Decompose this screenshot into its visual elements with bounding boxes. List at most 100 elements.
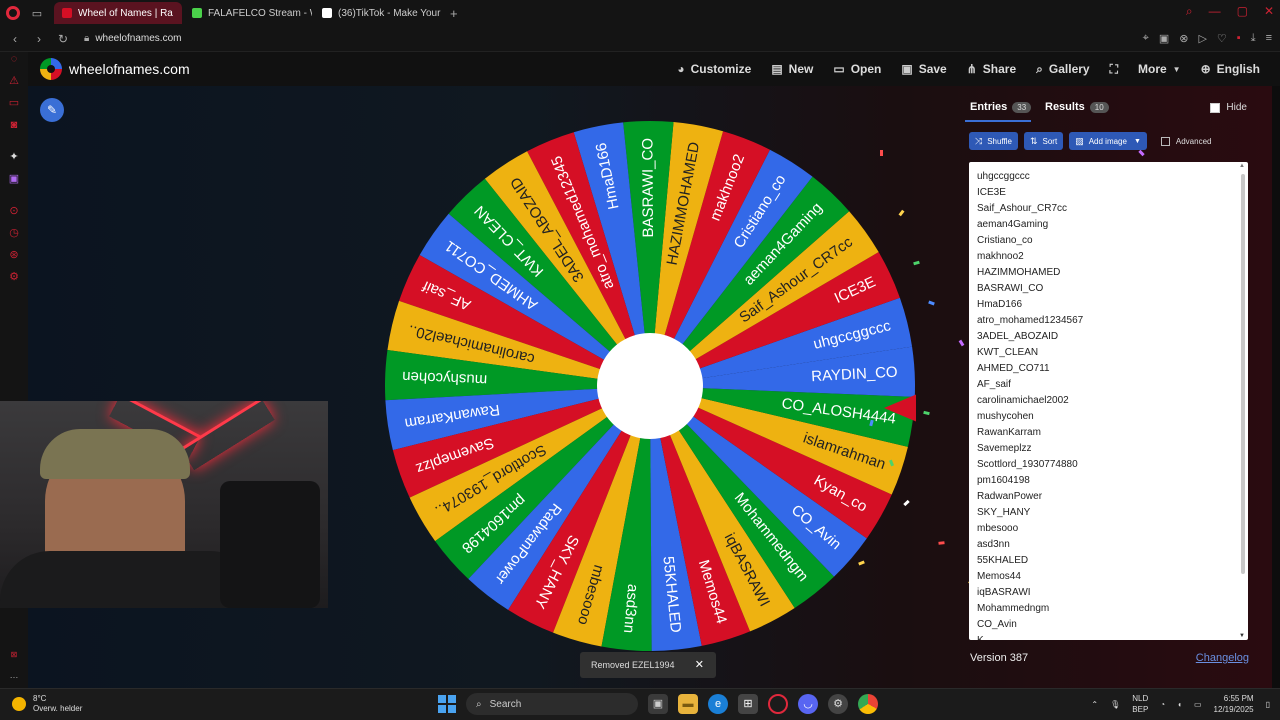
sidebar-extra-icon[interactable]: ⊠ <box>7 648 21 662</box>
entry-line[interactable]: BASRAWI_CO <box>969 281 1248 297</box>
edge-icon[interactable]: e <box>708 694 728 714</box>
minimize-icon[interactable]: — <box>1209 4 1221 19</box>
entry-line[interactable]: carolinamichael2002 <box>969 393 1248 409</box>
tray-chevron-icon[interactable]: ⌃ <box>1091 700 1098 709</box>
chrome-icon[interactable] <box>858 694 878 714</box>
entry-line[interactable]: uhgccggccc <box>969 169 1248 185</box>
entry-line[interactable]: ICE3E <box>969 185 1248 201</box>
settings-app-icon[interactable]: ⚙ <box>828 694 848 714</box>
entry-line[interactable]: KWT_CLEAN <box>969 345 1248 361</box>
messenger-icon[interactable]: ▭ <box>7 96 21 110</box>
hide-checkbox[interactable] <box>1210 102 1221 113</box>
language-indicator[interactable]: NLD BEP <box>1132 693 1148 715</box>
aria-icon[interactable]: ◌ <box>7 52 21 66</box>
file-explorer-icon[interactable]: ▬ <box>678 694 698 714</box>
entry-line[interactable]: HAZIMMOHAMED <box>969 265 1248 281</box>
pin-icon[interactable]: ⌖ <box>1143 32 1149 45</box>
entry-line[interactable]: Savemeplzz <box>969 441 1248 457</box>
advanced-toggle[interactable]: Advanced <box>1160 136 1211 146</box>
gallery-button[interactable]: ⌕ Gallery <box>1026 62 1099 77</box>
tab-results[interactable]: Results 10 <box>1045 101 1109 113</box>
notification-bell-icon[interactable]: ▯ <box>1266 700 1270 709</box>
entry-line[interactable]: Cristiano_co <box>969 233 1248 249</box>
weather-widget[interactable]: 8°C Overw. helder <box>12 694 82 714</box>
wheel[interactable]: uhgccggcccICE3ESaif_Ashour_CR7ccaeman4Ga… <box>384 118 916 658</box>
clock-icon[interactable]: ◷ <box>7 226 21 240</box>
entry-line[interactable]: K <box>969 633 1248 640</box>
wheel-center[interactable] <box>597 333 703 439</box>
scrollbar-thumb[interactable] <box>1241 174 1245 574</box>
entry-line[interactable]: Saif_Ashour_CR7cc <box>969 201 1248 217</box>
new-tab-icon[interactable]: + <box>450 6 458 21</box>
extension-icon[interactable]: ⊗ <box>1179 32 1188 45</box>
reload-icon[interactable]: ↻ <box>54 32 72 46</box>
bulb-icon[interactable]: ⊛ <box>7 248 21 262</box>
windows-start-icon[interactable] <box>438 695 456 713</box>
site-title[interactable]: wheelofnames.com <box>69 61 190 77</box>
battery-icon[interactable]: ▭ <box>1194 700 1202 709</box>
twitch-icon[interactable]: ▣ <box>7 172 21 186</box>
volume-icon[interactable]: ◖ <box>1177 700 1182 709</box>
tab-falafelco[interactable]: FALAFELCO Stream - Wa <box>184 2 312 24</box>
scroll-down-icon[interactable]: ▼ <box>1239 633 1245 639</box>
download-icon[interactable]: ⤓ <box>1251 32 1256 45</box>
hide-toggle[interactable]: Hide <box>1210 102 1247 113</box>
entry-line[interactable]: Scottlord_1930774880 <box>969 457 1248 473</box>
heart-icon[interactable]: ♡ <box>1217 32 1227 45</box>
close-window-icon[interactable]: ✕ <box>1264 4 1274 19</box>
add-image-button[interactable]: ▨ Add image ▼ <box>1069 132 1147 150</box>
more-button[interactable]: More ▼ <box>1128 62 1191 76</box>
entry-line[interactable]: aeman4Gaming <box>969 217 1248 233</box>
more-icon[interactable]: … <box>7 668 21 682</box>
settings-icon[interactable]: ⚙ <box>7 270 21 284</box>
shuffle-button[interactable]: ⤨ Shuffle <box>969 132 1018 150</box>
entry-line[interactable]: HmaD166 <box>969 297 1248 313</box>
language-button[interactable]: ⊕ English <box>1191 62 1270 76</box>
back-icon[interactable]: ‹ <box>6 32 24 46</box>
edit-pencil-button[interactable]: ✎ <box>40 98 64 122</box>
fullscreen-button[interactable]: ⛶ <box>1100 62 1128 77</box>
tab-tiktok[interactable]: (36)TikTok - Make Your D <box>314 2 442 24</box>
entry-line[interactable]: RawanKarram <box>969 425 1248 441</box>
wheel-logo-icon[interactable] <box>40 58 62 80</box>
clock[interactable]: 6:55 PM 12/19/2025 <box>1214 693 1254 715</box>
taskbar-search[interactable]: ⌕ Search <box>466 693 638 715</box>
discord-icon[interactable]: ◡ <box>798 694 818 714</box>
task-view-icon[interactable]: ▣ <box>648 694 668 714</box>
sort-button[interactable]: ⇅ Sort <box>1023 132 1064 150</box>
entry-line[interactable]: asd3nn <box>969 537 1248 553</box>
entry-line[interactable]: Mohammedngm <box>969 601 1248 617</box>
entry-line[interactable]: atro_mohamed1234567 <box>969 313 1248 329</box>
tab-islands-icon[interactable]: ▭ <box>30 6 44 20</box>
tab-entries[interactable]: Entries 33 <box>970 101 1032 113</box>
advanced-checkbox[interactable] <box>1160 136 1170 146</box>
url-field[interactable]: wheelofnames.com <box>95 33 181 44</box>
menu-icon[interactable]: ≡ <box>1266 32 1272 45</box>
new-button[interactable]: ▤ New <box>761 62 823 76</box>
changelog-link[interactable]: Changelog <box>1196 652 1249 664</box>
entry-line[interactable]: mbesooo <box>969 521 1248 537</box>
entry-line[interactable]: makhnoo2 <box>969 249 1248 265</box>
entry-line[interactable]: Memos44 <box>969 569 1248 585</box>
entry-line[interactable]: AF_saif <box>969 377 1248 393</box>
entry-line[interactable]: pm1604198 <box>969 473 1248 489</box>
entry-line[interactable]: SKY_HANY <box>969 505 1248 521</box>
share-button[interactable]: ⋔ Share <box>957 62 1026 76</box>
crypto-wallet-icon[interactable]: ⚠ <box>7 74 21 88</box>
music-icon[interactable]: ✦ <box>7 150 21 164</box>
customize-button[interactable]: ◕ Customize <box>667 62 761 76</box>
instagram-icon[interactable]: ◙ <box>7 118 21 132</box>
entry-line[interactable]: RadwanPower <box>969 489 1248 505</box>
entry-line[interactable]: mushycohen <box>969 409 1248 425</box>
forward-icon[interactable]: › <box>30 32 48 46</box>
wallet-icon[interactable]: ▪ <box>1237 32 1241 45</box>
store-icon[interactable]: ⊞ <box>738 694 758 714</box>
entry-line[interactable]: AHMED_CO711 <box>969 361 1248 377</box>
save-button[interactable]: ▣ Save <box>891 62 956 76</box>
wifi-icon[interactable]: ◔ <box>1160 700 1165 709</box>
entry-line[interactable]: 55KHALED <box>969 553 1248 569</box>
open-button[interactable]: ▭ Open <box>823 62 891 76</box>
history-icon[interactable]: ⊙ <box>7 204 21 218</box>
entries-textarea[interactable]: uhgccggccc ICE3E Saif_Ashour_CR7cc aeman4Ga… <box>969 162 1248 640</box>
play-icon[interactable]: ▷ <box>1198 32 1206 45</box>
